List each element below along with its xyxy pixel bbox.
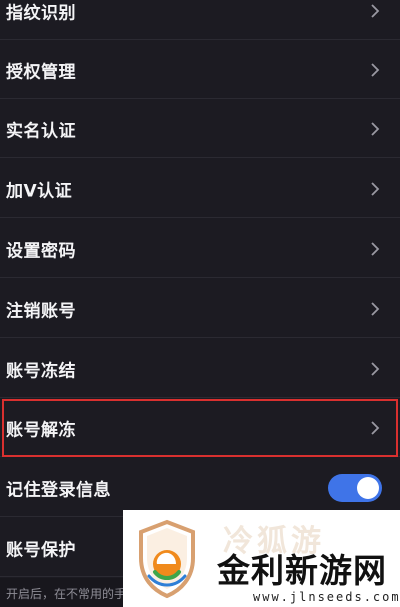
settings-item-label: 注销账号 [6,301,76,321]
watermark-title: 金利新游网 [217,551,387,590]
remember-login-toggle[interactable] [328,473,382,502]
settings-item-label: 指纹识别 [6,3,76,23]
chevron-right-icon [370,241,380,257]
settings-item-label: 授权管理 [6,62,76,82]
settings-item-authorization[interactable]: 授权管理 [0,41,400,99]
toggle-knob [357,476,379,499]
settings-item-label: 账号冻结 [6,361,76,381]
settings-item-set-password[interactable]: 设置密码 [0,220,400,278]
chevron-right-icon [370,361,380,377]
settings-item-label: 加V认证 [6,181,73,201]
chevron-right-icon [370,301,380,317]
settings-item-v-verify[interactable]: 加V认证 [0,160,400,218]
watermark-url: www.jlnseeds.com [253,590,400,604]
shield-e-logo-icon [135,518,199,600]
settings-item-freeze-account[interactable]: 账号冻结 [0,340,400,398]
settings-item-remember-login: 记住登录信息 [0,459,400,517]
settings-item-fingerprint[interactable]: 指纹识别 [0,0,400,40]
settings-item-label: 记住登录信息 [6,480,111,500]
watermark: 冷狐游 金利新游网 www.jlnseeds.com [123,510,400,607]
settings-item-cancel-account[interactable]: 注销账号 [0,280,400,338]
settings-item-label: 设置密码 [6,241,76,261]
settings-item-label: 实名认证 [6,121,76,141]
footer-note-text: 开启后，在不常用的手 [6,587,127,601]
chevron-right-icon [370,3,380,19]
settings-item-label: 账号解冻 [6,420,76,440]
chevron-right-icon [370,181,380,197]
chevron-right-icon [370,420,380,436]
settings-item-label: 账号保护 [6,540,76,560]
settings-item-realname[interactable]: 实名认证 [0,100,400,158]
chevron-right-icon [370,62,380,78]
settings-screen: 指纹识别 授权管理 实名认证 加V认证 设置密码 注销账号 账号冻结 账号解冻 … [0,0,400,607]
settings-item-unfreeze-account[interactable]: 账号解冻 [0,399,400,457]
chevron-right-icon [370,121,380,137]
